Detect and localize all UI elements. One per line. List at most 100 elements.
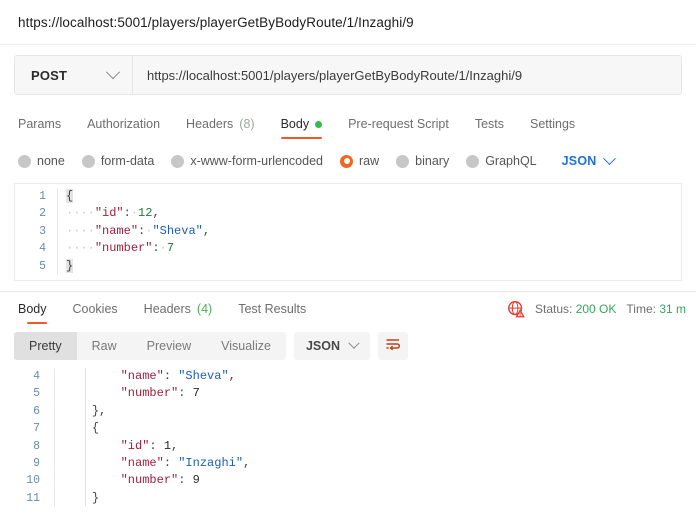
tab-params[interactable]: Params [14,117,74,139]
body-type-none-label: none [37,154,65,168]
body-type-raw-label: raw [359,154,380,168]
tab-body[interactable]: Body [268,117,336,139]
request-tabs: Params Authorization Headers (8) Body Pr… [14,109,682,139]
response-tab-cookies[interactable]: Cookies [60,302,131,324]
code-content: } [66,258,74,273]
body-type-binary-label: binary [415,154,450,168]
response-view-pretty-label: Pretty [29,339,62,353]
line-number: 5 [33,387,40,401]
time-value: 31 m [659,302,686,316]
code-line: 10 "number": 9 [0,472,696,490]
body-type-graphql[interactable]: GraphQL [466,154,537,168]
code-line: 6 }, [0,402,696,421]
code-line: 11 } [0,489,696,508]
line-number: 3 [39,224,46,238]
response-view-pretty[interactable]: Pretty [14,332,77,360]
response-tabs: Body Cookies Headers (4) Test Results [14,294,319,324]
chevron-down-icon [603,151,617,165]
code-content: "number": 7 [120,386,200,401]
code-line: 1{ [15,188,681,206]
tab-headers[interactable]: Headers (8) [173,117,268,139]
response-body-viewer[interactable]: 4 "name": "Sheva", 5 "number": 76 }, 7 {8 … [0,368,696,523]
tab-settings-label: Settings [530,117,576,131]
code-content: "number": 9 [120,473,200,488]
line-number: 8 [33,439,40,453]
word-wrap-button[interactable] [378,332,408,360]
code-content: ····"number":·7 [66,241,175,256]
tab-pre-request-script[interactable]: Pre-request Script [335,117,462,139]
line-number: 7 [33,422,40,436]
response-format-select[interactable]: JSON [293,332,370,360]
radio-icon [81,154,95,168]
status-label: Status: [535,302,573,316]
response-view-raw[interactable]: Raw [77,332,132,360]
response-tab-body[interactable]: Body [14,302,60,324]
body-type-raw[interactable]: raw [340,154,379,168]
response-status-group: Status: 200 OK Time: 31 m [507,300,686,318]
code-content: }, [91,403,107,418]
radio-icon [466,154,480,168]
response-tab-headers-label: Headers [143,302,191,316]
title-divider [0,44,696,45]
response-format-label: JSON [305,339,340,353]
response-view-visualize-label: Visualize [221,339,271,353]
code-fold-guide [85,368,86,506]
response-tab-headers[interactable]: Headers (4) [131,302,226,324]
tab-tests[interactable]: Tests [462,117,517,139]
radio-selected-icon [340,154,353,168]
tab-authorization[interactable]: Authorization [74,117,173,139]
tab-pre-request-script-label: Pre-request Script [348,117,449,131]
line-number: 2 [39,207,46,221]
code-content: "name": "Sheva", [120,369,236,383]
code-content: } [91,490,100,505]
body-format-select[interactable]: JSON [562,151,617,168]
api-client-window: https://localhost:5001/players/playerGet… [0,0,696,523]
code-line: 3 ····"name":·"Sheva", [15,222,681,241]
tab-tests-label: Tests [474,117,504,131]
tab-body-label: Body [280,117,310,131]
radio-icon [171,154,185,168]
response-tab-cookies-label: Cookies [72,302,118,316]
response-tab-headers-count: (4) [196,302,213,316]
tab-authorization-label: Authorization [87,117,161,131]
response-view-preview-label: Preview [146,339,192,353]
tab-settings[interactable]: Settings [517,117,588,139]
code-line: 2 ····"id":·12, [15,205,681,223]
body-type-urlencoded-label: x-www-form-urlencoded [190,154,323,168]
chevron-down-icon [348,337,360,349]
body-type-form-data-label: form-data [100,154,155,168]
body-type-form-data[interactable]: form-data [81,154,155,168]
http-method-select[interactable]: POST [15,56,133,94]
response-view-segment: Pretty Raw Preview Visualize [14,332,286,360]
response-view-toolbar: Pretty Raw Preview Visualize JSON [0,326,696,366]
response-view-visualize[interactable]: Visualize [206,332,286,360]
line-number: 9 [33,456,40,470]
line-number: 1 [39,190,46,203]
request-body-editor[interactable]: 1{2 ····"id":·12, 3 ····"name":·"Sheva", 4 ··… [14,183,682,281]
response-tab-test-results[interactable]: Test Results [225,302,319,324]
url-input[interactable]: https://localhost:5001/players/playerGet… [133,56,681,94]
globe-warning-icon[interactable] [507,300,525,318]
code-line: 4 "name": "Sheva", [0,368,696,386]
body-has-content-dot-icon [315,120,323,128]
code-line: 5 "number": 7 [0,385,696,403]
line-number: 11 [26,491,40,505]
response-view-raw-label: Raw [91,339,117,353]
code-content: { [66,189,74,203]
body-type-none[interactable]: none [18,154,65,168]
radio-icon [18,154,31,168]
body-type-urlencoded[interactable]: x-www-form-urlencoded [171,154,323,168]
tab-headers-label: Headers [186,117,234,131]
response-tab-test-results-label: Test Results [238,302,307,316]
code-line: 7 { [0,420,696,438]
body-type-binary[interactable]: binary [396,154,449,168]
status-badge: Status: 200 OK [535,302,616,316]
status-value: 200 OK [575,302,617,316]
line-number: 6 [33,404,40,418]
request-title-bar: https://localhost:5001/players/playerGet… [0,0,696,44]
response-time: Time: 31 m [626,302,686,316]
tab-headers-count: (8) [239,117,255,131]
code-content: { [91,421,100,436]
code-content: ····"name":·"Sheva", [66,223,211,238]
response-view-preview[interactable]: Preview [132,332,206,360]
